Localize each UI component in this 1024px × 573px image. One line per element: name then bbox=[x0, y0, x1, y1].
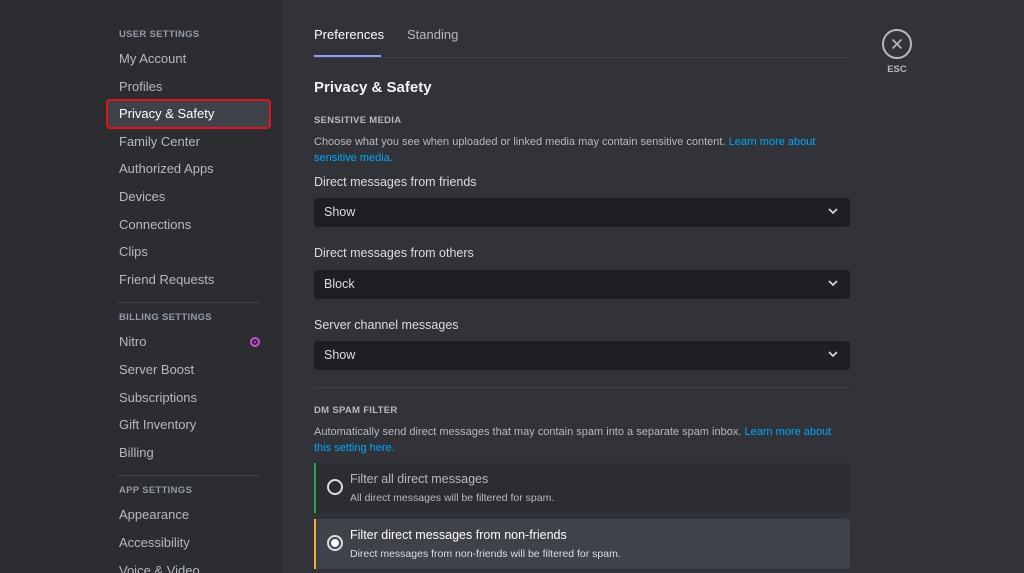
chevron-down-icon bbox=[828, 351, 838, 358]
dm-spam-filter-header: DM SPAM FILTER bbox=[314, 405, 398, 416]
sidebar-item-profiles[interactable]: Profiles bbox=[107, 73, 270, 101]
select-value: Show bbox=[324, 205, 356, 219]
description-text: Choose what you see when uploaded or lin… bbox=[314, 136, 726, 148]
settings-content: Preferences Standing Privacy & Safety SE… bbox=[314, 0, 850, 569]
app-settings-header: APP SETTINGS bbox=[119, 485, 193, 497]
field-label: Direct messages from others bbox=[314, 246, 474, 260]
sidebar-item-privacy-safety[interactable]: Privacy & Safety bbox=[106, 99, 271, 129]
radio-title: Filter all direct messages bbox=[350, 472, 489, 486]
billing-settings-header: BILLING SETTINGS bbox=[119, 312, 212, 324]
esc-label: ESC bbox=[887, 64, 907, 75]
tab-bar: Preferences Standing bbox=[314, 0, 850, 58]
tab-preferences[interactable]: Preferences bbox=[314, 27, 384, 42]
field-label: Direct messages from friends bbox=[314, 175, 477, 189]
radio-description: Direct messages from non-friends will be… bbox=[350, 548, 621, 560]
sidebar-item-gift-inventory[interactable]: Gift Inventory bbox=[107, 411, 270, 439]
radio-checked-icon bbox=[327, 535, 343, 551]
description-text: Automatically send direct messages that … bbox=[314, 426, 742, 438]
sensitive-media-description: Choose what you see when uploaded or lin… bbox=[314, 134, 850, 166]
radio-unchecked-icon bbox=[327, 479, 343, 495]
sidebar-item-nitro[interactable]: Nitro bbox=[107, 328, 270, 356]
sensitive-media-header: SENSITIVE MEDIA bbox=[314, 115, 402, 126]
page-title: Privacy & Safety bbox=[314, 79, 432, 96]
sidebar-item-subscriptions[interactable]: Subscriptions bbox=[107, 384, 270, 412]
sidebar-item-devices[interactable]: Devices bbox=[107, 183, 270, 211]
sidebar-item-my-account[interactable]: My Account bbox=[107, 45, 270, 73]
others-dm-select[interactable]: Block bbox=[314, 270, 850, 299]
nitro-icon bbox=[250, 337, 260, 348]
sidebar-divider bbox=[117, 475, 260, 477]
sidebar-nav: USER SETTINGS My Account Profiles Privac… bbox=[106, 28, 271, 573]
section-divider bbox=[314, 387, 850, 388]
tab-standing[interactable]: Standing bbox=[407, 27, 458, 42]
sidebar-item-appearance[interactable]: Appearance bbox=[107, 501, 270, 529]
chevron-down-icon bbox=[828, 208, 838, 215]
sidebar-item-family-center[interactable]: Family Center bbox=[107, 128, 270, 156]
sidebar-item-friend-requests[interactable]: Friend Requests bbox=[107, 266, 270, 294]
settings-sidebar: USER SETTINGS My Account Profiles Privac… bbox=[0, 0, 281, 573]
radio-filter-non-friends[interactable]: Filter direct messages from non-friends … bbox=[314, 519, 850, 569]
chevron-down-icon bbox=[828, 280, 838, 287]
close-icon bbox=[882, 29, 912, 59]
radio-description: All direct messages will be filtered for… bbox=[350, 492, 555, 504]
radio-filter-all[interactable]: Filter all direct messages All direct me… bbox=[314, 463, 850, 513]
user-settings-header: USER SETTINGS bbox=[119, 29, 200, 40]
sidebar-item-billing[interactable]: Billing bbox=[107, 439, 270, 467]
sidebar-item-connections[interactable]: Connections bbox=[107, 211, 270, 239]
sidebar-item-voice-video[interactable]: Voice & Video bbox=[107, 557, 270, 573]
radio-title: Filter direct messages from non-friends bbox=[350, 528, 567, 542]
close-settings-button[interactable]: ESC bbox=[882, 29, 912, 75]
radio-accent-bar bbox=[314, 463, 316, 513]
sidebar-item-server-boost[interactable]: Server Boost bbox=[107, 356, 270, 384]
friends-dm-select[interactable]: Show bbox=[314, 198, 850, 227]
select-value: Show bbox=[324, 348, 356, 362]
server-channel-select[interactable]: Show bbox=[314, 341, 850, 370]
sidebar-divider bbox=[117, 302, 260, 304]
dm-spam-filter-description: Automatically send direct messages that … bbox=[314, 424, 850, 456]
sidebar-item-clips[interactable]: Clips bbox=[107, 238, 270, 266]
sidebar-item-authorized-apps[interactable]: Authorized Apps bbox=[107, 155, 270, 183]
field-label: Server channel messages bbox=[314, 318, 459, 332]
active-tab-indicator bbox=[314, 55, 381, 57]
radio-accent-bar bbox=[314, 519, 316, 569]
sidebar-item-label: Nitro bbox=[119, 334, 147, 350]
select-value: Block bbox=[324, 277, 355, 291]
sidebar-item-accessibility[interactable]: Accessibility bbox=[107, 529, 270, 557]
